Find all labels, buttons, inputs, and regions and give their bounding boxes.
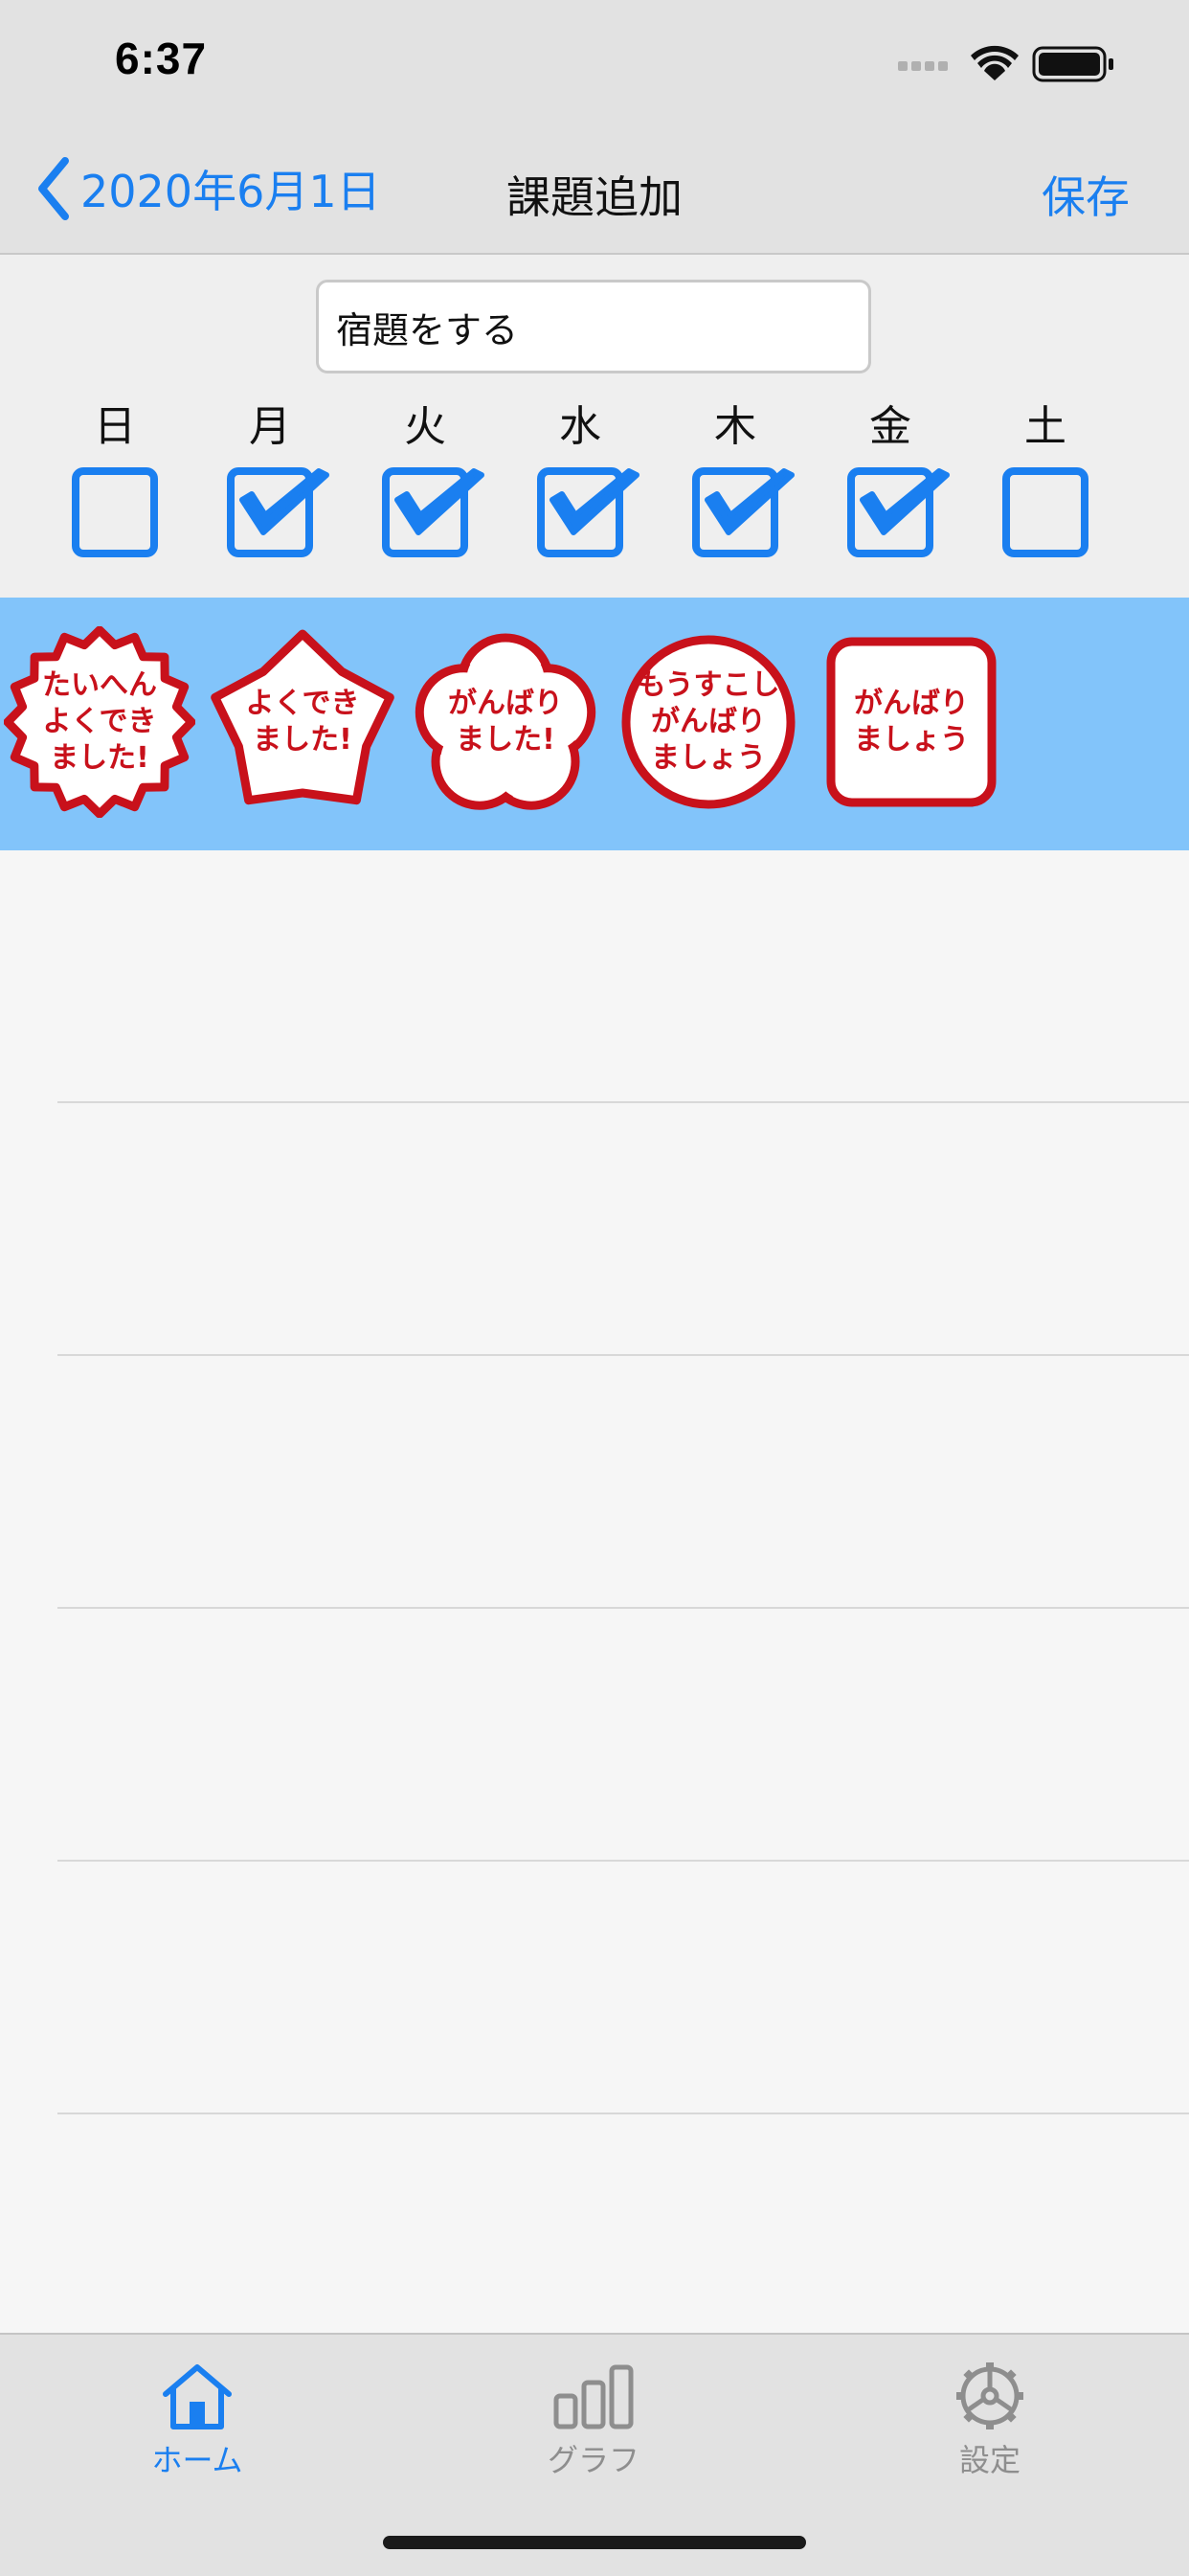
signal-icon	[898, 61, 948, 71]
gear-icon	[956, 2362, 1023, 2429]
stamp-text-line: よくでき	[245, 687, 360, 720]
list-separator	[57, 1101, 1189, 1103]
status-icons	[898, 44, 1128, 82]
stamp-text-line: がんばり	[854, 687, 969, 720]
list-separator	[57, 1607, 1189, 1609]
stamp-text: がんばり ました!	[410, 626, 601, 818]
weekday-label: 月	[249, 402, 291, 451]
stamp-picker: たいへん よくでき ました! よくでき ました! がんばり ました! もうすこし がんばり ましょ…	[0, 598, 1189, 850]
weekday-column: 日	[53, 398, 177, 561]
task-form: 日月火水木金土	[0, 255, 1189, 598]
weekday-label: 火	[404, 402, 446, 451]
page-title: 課題追加	[506, 171, 683, 223]
weekday-column: 金	[828, 398, 953, 561]
status-time: 6:37	[115, 34, 208, 83]
weekday-column: 木	[673, 398, 797, 561]
checkbox-checked-icon[interactable]	[518, 465, 642, 561]
tab-graph[interactable]: グラフ	[469, 2361, 718, 2480]
tab-label: ホーム	[151, 2442, 243, 2478]
weekday-label: 日	[94, 402, 136, 451]
bar-chart-icon	[553, 2364, 634, 2429]
stamp-text-line: よくでき	[42, 705, 157, 738]
home-icon	[163, 2364, 232, 2429]
checkbox-checked-icon[interactable]	[673, 465, 797, 561]
home-indicator	[383, 2536, 806, 2549]
stamp-text-line: ました!	[50, 741, 149, 775]
weekday-label: 水	[559, 402, 601, 451]
checkbox-checked-icon[interactable]	[208, 465, 332, 561]
stamp-text-line: もうすこし	[637, 668, 780, 702]
stamp-text-line: たいへん	[42, 668, 157, 702]
weekday-label: 金	[869, 402, 911, 451]
stamp-text: たいへん よくでき ました!	[4, 626, 195, 818]
weekday-column: 水	[518, 398, 642, 561]
weekday-column: 月	[208, 398, 332, 561]
tab-label: グラフ	[547, 2442, 639, 2478]
stamp-flower[interactable]: がんばり ました!	[410, 626, 601, 818]
tab-settings[interactable]: 設定	[865, 2361, 1114, 2480]
stamp-text: もうすこし がんばり ましょう	[613, 626, 804, 818]
checkbox-icon[interactable]	[53, 465, 177, 561]
stamp-text: よくでき ました!	[207, 626, 398, 818]
stamp-text-line: ました!	[253, 723, 352, 757]
weekday-column: 土	[983, 398, 1108, 561]
weekday-label: 土	[1024, 402, 1066, 451]
list-separator	[57, 1354, 1189, 1356]
stamp-text-line: ましょう	[651, 741, 766, 775]
stamp-text: がんばり ましょう	[816, 626, 1007, 818]
weekday-column: 火	[363, 398, 487, 561]
stamp-text-line: がんばり	[651, 705, 766, 738]
stamp-star[interactable]: よくでき ました!	[207, 626, 398, 818]
stamp-text-line: ましょう	[854, 723, 969, 757]
tab-label: 設定	[958, 2442, 1021, 2478]
stamp-text-line: がんばり	[448, 687, 563, 720]
checkbox-icon[interactable]	[983, 465, 1108, 561]
stamp-text-line: ました!	[456, 723, 555, 757]
stamp-square[interactable]: がんばり ましょう	[816, 626, 1007, 818]
save-button[interactable]: 保存	[1042, 163, 1130, 226]
wifi-icon	[971, 45, 1019, 80]
checkbox-checked-icon[interactable]	[828, 465, 953, 561]
stamp-circle[interactable]: もうすこし がんばり ましょう	[613, 626, 804, 818]
checkbox-checked-icon[interactable]	[363, 465, 487, 561]
weekday-label: 木	[714, 402, 756, 451]
task-name-input[interactable]	[316, 280, 871, 373]
list-separator	[57, 1860, 1189, 1862]
list-separator	[57, 2113, 1189, 2114]
navigation-bar: 2020年6月1日 課題追加 保存	[0, 124, 1189, 255]
battery-icon	[1032, 46, 1113, 82]
tab-home[interactable]: ホーム	[73, 2361, 322, 2480]
status-bar: 6:37	[0, 0, 1189, 124]
stamp-burst[interactable]: たいへん よくでき ました!	[4, 626, 195, 818]
task-list	[0, 850, 1189, 2333]
